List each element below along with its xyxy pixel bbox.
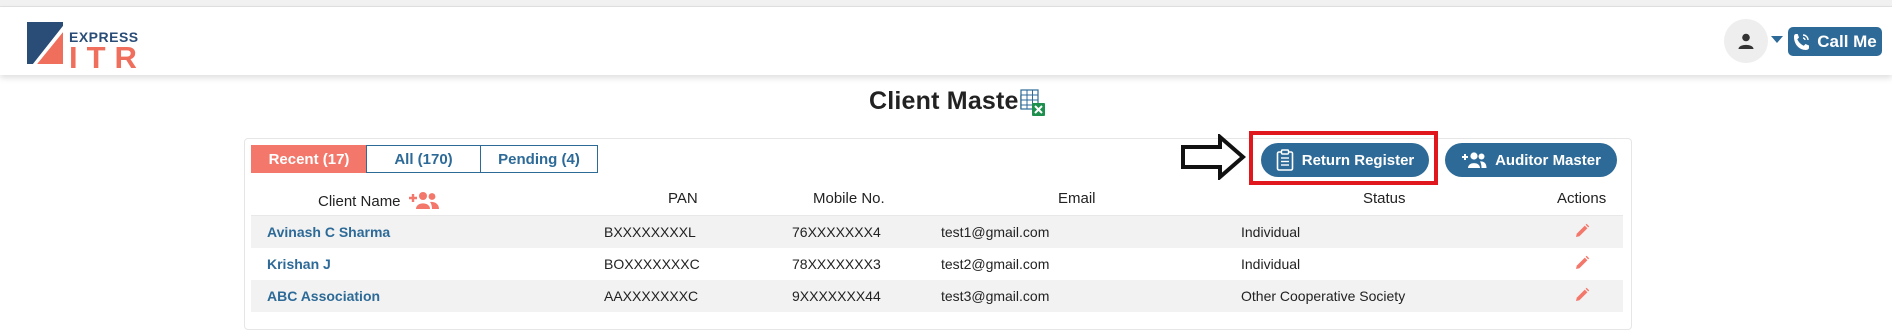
logo[interactable]: EXPRESS ITR [25, 20, 145, 74]
return-register-button[interactable]: Return Register [1261, 143, 1429, 177]
excel-export-graphic [1020, 89, 1045, 116]
call-me-button[interactable]: Call Me [1788, 27, 1882, 56]
column-client-name: Client Name [318, 190, 440, 210]
table-row: Avinash C Sharma BXXXXXXXXL 76XXXXXXX4 t… [251, 216, 1623, 248]
top-border [0, 0, 1892, 7]
logo-itr-text: ITR [69, 40, 146, 75]
column-mobile: Mobile No. [813, 190, 885, 207]
excel-export-icon[interactable] [1020, 89, 1046, 117]
pan-value: BOXXXXXXXC [604, 256, 700, 272]
tab-all[interactable]: All (170) [366, 145, 481, 173]
call-me-label: Call Me [1817, 31, 1877, 51]
table-row: ABC Association AAXXXXXXXC 9XXXXXXX44 te… [251, 280, 1623, 312]
page-title: Client Master [869, 87, 1029, 115]
table-header: Client Name PAN Mobile No. Email Status … [251, 182, 1623, 216]
status-value: Other Cooperative Society [1241, 288, 1406, 304]
mobile-value: 78XXXXXXX3 [792, 256, 881, 272]
column-client-name-label: Client Name [318, 193, 401, 210]
client-table: Client Name PAN Mobile No. Email Status … [251, 182, 1623, 312]
column-email: Email [1058, 190, 1096, 207]
caret-down-icon[interactable] [1771, 36, 1783, 44]
email-value: test3@gmail.com [941, 288, 1050, 304]
email-value: test2@gmail.com [941, 256, 1050, 272]
column-status: Status [1363, 190, 1406, 207]
email-value: test1@gmail.com [941, 224, 1050, 240]
client-name-link[interactable]: Krishan J [267, 256, 331, 272]
client-tabs: Recent (17) All (170) Pending (4) [251, 145, 598, 173]
add-users-icon[interactable] [408, 190, 440, 210]
status-value: Individual [1241, 224, 1301, 240]
column-pan: PAN [668, 190, 698, 207]
column-actions: Actions [1557, 190, 1607, 207]
user-icon [1738, 33, 1754, 49]
users-add-icon [1462, 152, 1487, 168]
app-header: EXPRESS ITR Call Me [0, 7, 1892, 75]
pan-value: AAXXXXXXXC [604, 288, 699, 304]
auditor-master-label: Auditor Master [1495, 151, 1601, 169]
mobile-value: 9XXXXXXX44 [792, 288, 881, 304]
client-name-link[interactable]: ABC Association [267, 288, 380, 304]
mobile-value: 76XXXXXXX4 [792, 224, 881, 240]
pan-value: BXXXXXXXXL [604, 224, 696, 240]
status-value: Individual [1241, 256, 1301, 272]
table-row: Krishan J BOXXXXXXXC 78XXXXXXX3 test2@gm… [251, 248, 1623, 280]
pencil-icon[interactable] [1574, 223, 1590, 239]
logo-mark-icon [27, 22, 63, 64]
pencil-icon[interactable] [1574, 287, 1590, 303]
phone-icon [1794, 33, 1810, 50]
pencil-icon[interactable] [1574, 255, 1590, 271]
tab-recent[interactable]: Recent (17) [251, 145, 367, 173]
user-avatar-button[interactable] [1724, 19, 1768, 63]
auditor-master-button[interactable]: Auditor Master [1445, 143, 1617, 177]
tab-pending[interactable]: Pending (4) [480, 145, 598, 173]
return-register-label: Return Register [1301, 151, 1415, 169]
arrow-right-icon [1181, 134, 1246, 180]
client-name-link[interactable]: Avinash C Sharma [267, 224, 390, 240]
clipboard-icon [1276, 149, 1294, 171]
